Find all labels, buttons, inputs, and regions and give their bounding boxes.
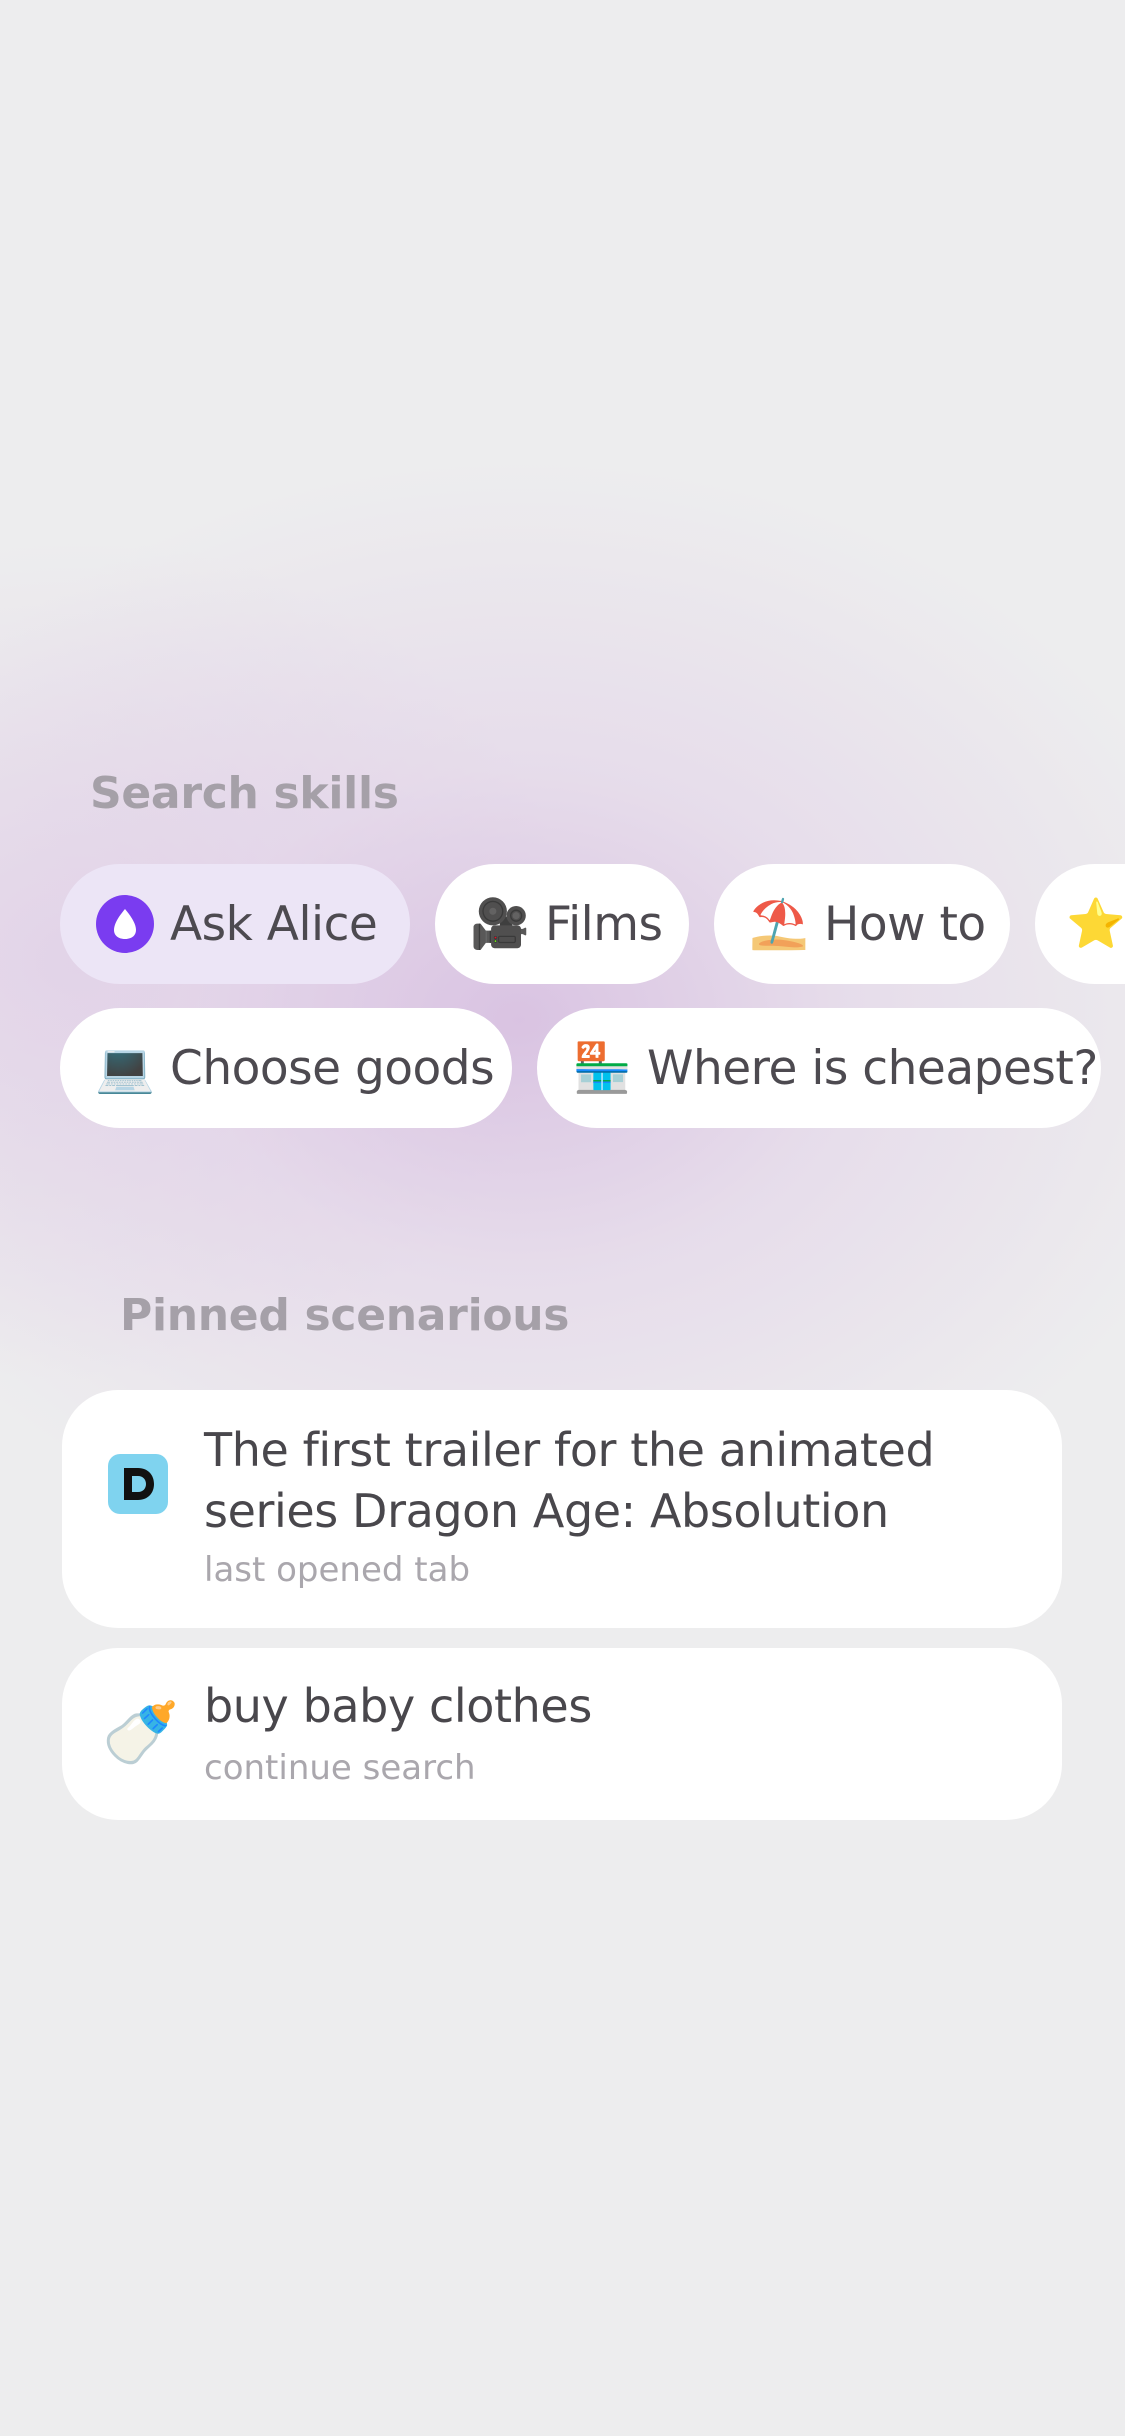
chip-label: Choose goods bbox=[170, 1040, 495, 1096]
umbrella-icon: ⛱️ bbox=[749, 896, 809, 952]
chip-how-to[interactable]: ⛱️ How to bbox=[714, 864, 1010, 984]
alice-icon bbox=[96, 895, 154, 953]
chip-ask-alice[interactable]: Ask Alice bbox=[60, 864, 410, 984]
pinned-card-dragon-age[interactable]: The first trailer for the animated serie… bbox=[62, 1390, 1062, 1628]
pinned-card-subtitle: last opened tab bbox=[204, 1550, 471, 1590]
search-skills-title: Search skills bbox=[90, 768, 399, 819]
chip-choose-goods[interactable]: 💻 Choose goods bbox=[60, 1008, 512, 1128]
background-gradient bbox=[0, 0, 1125, 2436]
chip-where-cheapest[interactable]: 🏪 Where is cheapest? bbox=[537, 1008, 1101, 1128]
star-icon: ⭐ bbox=[1066, 896, 1125, 952]
chip-label: How to bbox=[824, 896, 986, 952]
store-24-icon: 🏪 bbox=[572, 1040, 632, 1096]
chip-label: Films bbox=[545, 896, 663, 952]
pinned-scenarios-title: Pinned scenarious bbox=[120, 1290, 570, 1341]
movie-camera-icon: 🎥 bbox=[470, 896, 530, 952]
laptop-icon: 💻 bbox=[95, 1040, 155, 1096]
chip-label: Where is cheapest? bbox=[647, 1040, 1098, 1096]
baby-bottle-icon: 🍼 bbox=[102, 1696, 180, 1769]
pinned-card-subtitle: continue search bbox=[204, 1748, 476, 1788]
pinned-card-title: The first trailer for the animated serie… bbox=[204, 1423, 935, 1538]
pinned-card-title: buy baby clothes bbox=[204, 1679, 592, 1733]
d-app-icon bbox=[108, 1454, 168, 1518]
chip-films[interactable]: 🎥 Films bbox=[435, 864, 689, 984]
pinned-card-baby-clothes[interactable]: 🍼 buy baby clothes continue search bbox=[62, 1648, 1062, 1820]
chip-label: Ask Alice bbox=[170, 896, 378, 952]
